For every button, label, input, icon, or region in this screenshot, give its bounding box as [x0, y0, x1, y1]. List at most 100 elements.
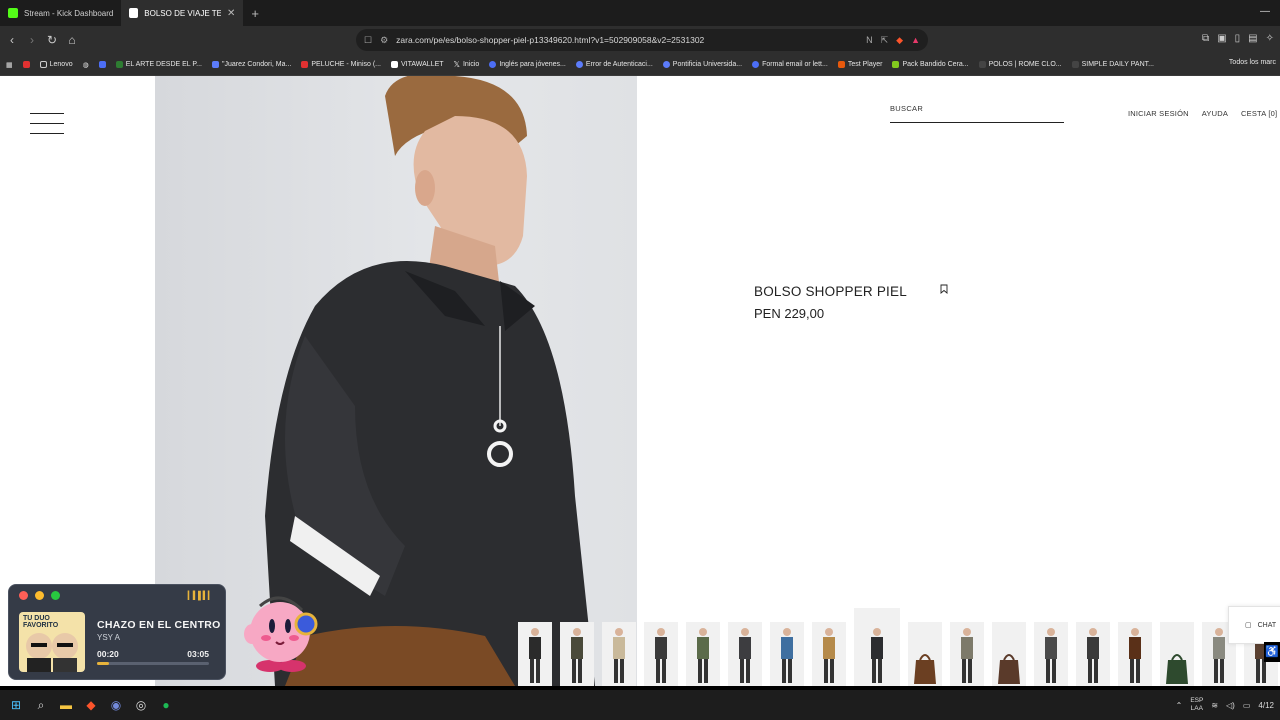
model-thumbnail-image: [571, 628, 583, 683]
product-thumbnail[interactable]: [518, 622, 552, 686]
windows-taskbar: ⊞ ⌕ ▬ ◆ ◉ ◎ ● ⌃ ESP LAA ≋ ◁) ▭ 4/12: [0, 690, 1280, 720]
minimize-dot-icon[interactable]: [35, 591, 44, 600]
wifi-icon[interactable]: ≋: [1211, 701, 1218, 710]
bookmark-item[interactable]: VITAWALLET: [391, 61, 444, 68]
product-thumbnail[interactable]: [854, 608, 900, 686]
bookmark-item[interactable]: POLOS | ROME CLO...: [978, 61, 1062, 68]
bookmark-item[interactable]: Inglés para jóvenes...: [489, 61, 566, 68]
bookmark-item[interactable]: Pack Bandido Cera...: [892, 61, 969, 68]
tab-kick-dashboard[interactable]: Stream - Kick Dashboard: [0, 0, 121, 26]
windows-start-icon[interactable]: ⊞: [8, 697, 24, 713]
bookmark-item[interactable]: Error de Autenticaci...: [575, 61, 653, 68]
bookmark-item[interactable]: Lenovo: [39, 61, 73, 68]
bookmark-page-icon[interactable]: ☐: [364, 35, 372, 46]
login-link[interactable]: INICIAR SESIÓN: [1128, 109, 1189, 118]
site-info-icon[interactable]: ⚙: [380, 35, 388, 46]
docs-icon[interactable]: [98, 61, 106, 68]
bookmark-item[interactable]: PELUCHE - Miniso (...: [301, 61, 381, 68]
all-bookmarks-button[interactable]: Todos los marc: [1229, 59, 1276, 66]
product-thumbnail-strip: [518, 608, 1278, 686]
progress-bar[interactable]: [97, 662, 209, 665]
brave-rewards-icon[interactable]: ▲: [911, 35, 920, 45]
clock-date[interactable]: 4/12: [1258, 701, 1274, 710]
browser-tab-bar: Stream - Kick Dashboard BOLSO DE VIAJE T…: [0, 0, 1280, 26]
product-thumbnail[interactable]: [812, 622, 846, 686]
minimize-icon[interactable]: —: [1260, 6, 1270, 17]
accessibility-icon[interactable]: ♿: [1264, 642, 1280, 662]
maximize-dot-icon[interactable]: [51, 591, 60, 600]
product-thumbnail[interactable]: [728, 622, 762, 686]
file-explorer-icon[interactable]: ▬: [58, 697, 74, 713]
brave-browser-icon[interactable]: ◆: [83, 697, 99, 713]
bookmark-item[interactable]: 𝕏 Inicio: [454, 60, 480, 69]
brave-shields-icon[interactable]: ◆: [896, 35, 903, 46]
forward-icon[interactable]: ›: [24, 33, 40, 47]
youtube-icon[interactable]: [22, 61, 30, 68]
product-thumbnail[interactable]: [1118, 622, 1152, 686]
bookmark-item[interactable]: EL ARTE DESDE EL P...: [115, 61, 202, 68]
search-input[interactable]: BUSCAR: [890, 104, 1064, 123]
tab-label: Stream - Kick Dashboard: [24, 8, 114, 18]
bookmark-item[interactable]: Formal email or lett...: [752, 61, 828, 68]
bookmark-item[interactable]: "Juarez Condori, Ma...: [211, 61, 291, 68]
search-icon[interactable]: ⌕: [33, 697, 49, 713]
model-thumbnail-image: [613, 628, 625, 683]
tab-label: BOLSO DE VIAJE TEXTURA - Ma: [144, 8, 221, 18]
product-thumbnail[interactable]: [560, 622, 594, 686]
wallet-icon[interactable]: ▣: [1217, 33, 1226, 44]
language-indicator[interactable]: ESP LAA: [1190, 697, 1203, 713]
product-thumbnail[interactable]: [950, 622, 984, 686]
extensions-icon[interactable]: ⧉: [1202, 33, 1209, 44]
product-thumbnail[interactable]: [1160, 622, 1194, 686]
apps-grid-icon[interactable]: ▦: [6, 61, 13, 69]
model-thumbnail-image: [529, 628, 541, 683]
menu-icon[interactable]: [30, 113, 64, 143]
product-thumbnail[interactable]: [602, 622, 636, 686]
product-thumbnail[interactable]: [1076, 622, 1110, 686]
close-dot-icon[interactable]: [19, 591, 28, 600]
spotify-icon[interactable]: ●: [158, 697, 174, 713]
share-icon[interactable]: ⇱: [881, 35, 889, 46]
new-tab-button[interactable]: +: [243, 6, 267, 21]
header-links: INICIAR SESIÓN AYUDA CESTA [0]: [1128, 109, 1277, 118]
cart-link[interactable]: CESTA [0]: [1241, 109, 1277, 118]
discord-icon[interactable]: ◉: [108, 697, 124, 713]
tab-manager-icon[interactable]: ▤: [1248, 33, 1257, 44]
chat-label: CHAT: [1257, 621, 1277, 629]
product-thumbnail[interactable]: [644, 622, 678, 686]
product-thumbnail[interactable]: [1034, 622, 1068, 686]
bookmark-item[interactable]: Pontificia Universida...: [662, 61, 742, 68]
chat-button[interactable]: ▢ CHAT: [1228, 606, 1280, 644]
bookmark-item[interactable]: Test Player: [837, 61, 882, 68]
model-thumbnail-image: [781, 628, 793, 683]
sidebar-icon[interactable]: ▯: [1235, 33, 1241, 44]
zara-favicon-icon: [129, 8, 139, 18]
battery-icon[interactable]: ▭: [1243, 701, 1251, 710]
toolbar-right: ⧉ ▣ ▯ ▤ ✧: [1202, 33, 1274, 44]
bookmarks-bar: ▦ Lenovo ◍ EL ARTE DESDE EL P... "Juarez…: [0, 54, 1280, 76]
back-icon[interactable]: ‹: [4, 33, 20, 47]
product-thumbnail[interactable]: [686, 622, 720, 686]
bookmark-item[interactable]: SIMPLE DAILY PANT...: [1071, 61, 1154, 68]
tab-zara-product[interactable]: BOLSO DE VIAJE TEXTURA - Ma ✕: [121, 0, 244, 26]
address-bar[interactable]: ☐ ⚙ zara.com/pe/es/bolso-shopper-piel-p1…: [356, 29, 928, 51]
help-link[interactable]: AYUDA: [1202, 109, 1228, 118]
bookmark-icon[interactable]: [940, 284, 948, 294]
product-price: PEN 229,00: [754, 306, 825, 321]
product-thumbnail[interactable]: [770, 622, 804, 686]
product-thumbnail[interactable]: [992, 622, 1026, 686]
globe-icon[interactable]: ◍: [83, 61, 89, 69]
volume-icon[interactable]: ◁): [1226, 701, 1235, 710]
tray-chevron-icon[interactable]: ⌃: [1176, 701, 1183, 710]
model-thumbnail-image: [1045, 628, 1057, 683]
url-text[interactable]: zara.com/pe/es/bolso-shopper-piel-p13349…: [396, 35, 858, 45]
music-player-widget: ▎▍▌▍▎ TU DUO FAVORITO CHAZO EN EL CENTRO…: [8, 584, 226, 680]
reader-mode-icon[interactable]: N: [866, 35, 873, 45]
home-icon[interactable]: ⌂: [64, 33, 80, 47]
steam-icon[interactable]: ◎: [133, 697, 149, 713]
close-tab-icon[interactable]: ✕: [227, 8, 235, 19]
product-thumbnail[interactable]: [908, 622, 942, 686]
leo-icon[interactable]: ✧: [1266, 33, 1274, 44]
kick-favicon-icon: [8, 8, 18, 18]
reload-icon[interactable]: ↻: [44, 33, 60, 47]
